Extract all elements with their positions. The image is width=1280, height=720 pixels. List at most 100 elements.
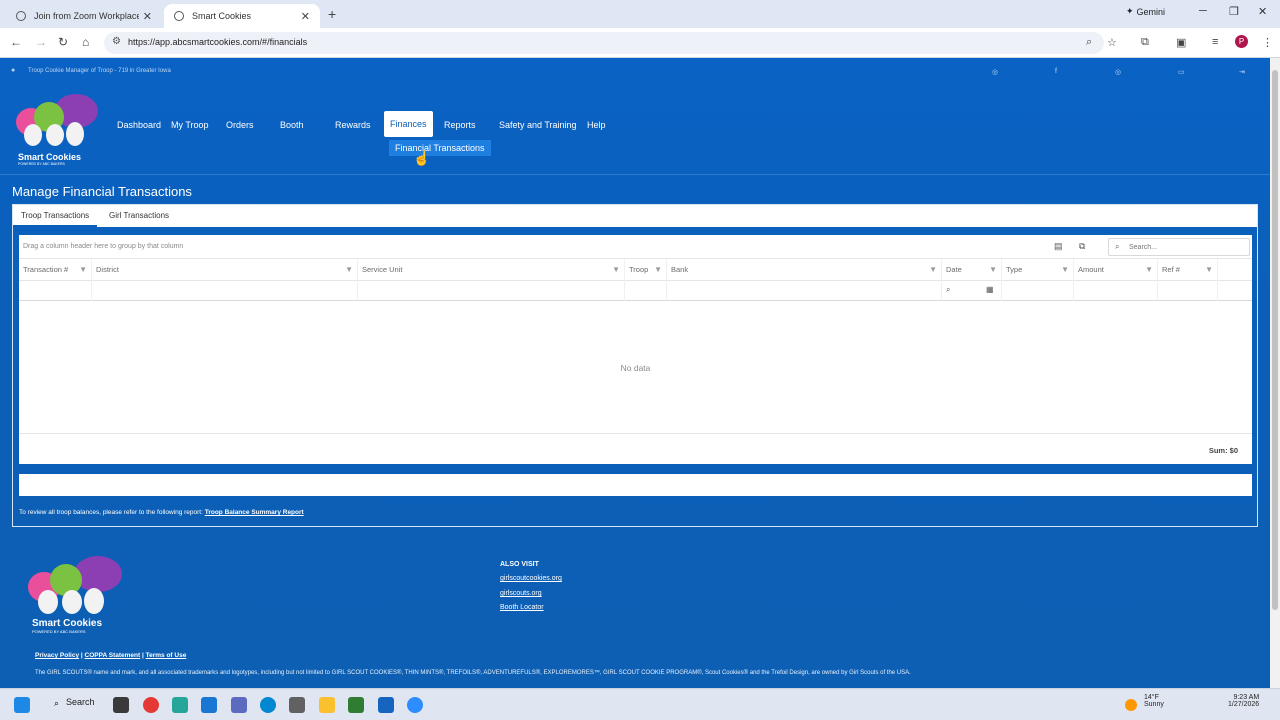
nav-orders[interactable]: Orders — [226, 114, 254, 136]
column-header-ref[interactable]: Ref # ▼ — [1158, 259, 1218, 281]
search-icon[interactable]: ⌕ — [54, 698, 59, 709]
nav-finances[interactable]: Finances — [384, 111, 433, 137]
filter-icon[interactable]: ▼ — [929, 259, 937, 281]
calendar-icon[interactable]: ▦ — [986, 285, 994, 294]
outlook-icon[interactable] — [378, 697, 394, 713]
windows-start-icon[interactable] — [14, 697, 30, 713]
filter-cell[interactable] — [358, 281, 625, 301]
tab-troop-transactions[interactable]: Troop Transactions — [13, 205, 98, 227]
browser-tab-smart-cookies[interactable]: Smart Cookies ✕ — [164, 4, 320, 28]
filter-icon[interactable]: ▼ — [79, 259, 87, 281]
filter-cell[interactable] — [1158, 281, 1218, 301]
restore-icon[interactable]: ❐ — [1229, 5, 1239, 18]
forward-icon[interactable]: → — [35, 35, 47, 49]
troop-balance-report-link[interactable]: Troop Balance Summary Report — [205, 509, 304, 516]
column-header-service-unit[interactable]: Service Unit ▼ — [358, 259, 625, 281]
filter-cell[interactable] — [92, 281, 358, 301]
grid-search[interactable]: ⌕ — [1108, 238, 1250, 256]
link-booth-locator[interactable]: Booth Locator — [500, 604, 544, 611]
filter-icon[interactable]: ▼ — [1061, 259, 1069, 281]
nav-help[interactable]: Help — [587, 114, 606, 136]
nav-rewards[interactable]: Rewards — [335, 114, 371, 136]
column-header-transaction[interactable]: Transaction # ▼ — [19, 259, 92, 281]
logout-icon[interactable]: ⇥ — [1239, 68, 1245, 76]
date-filter-cell[interactable]: ⌕ ▦ — [942, 281, 1002, 301]
gemini-button[interactable]: ✦ Gemini — [1126, 6, 1165, 17]
export-icon[interactable]: ▤ — [1054, 241, 1063, 252]
task-view-icon[interactable] — [113, 697, 129, 713]
menu-icon[interactable]: ⋮ — [1262, 36, 1273, 49]
filter-icon[interactable]: ▼ — [989, 259, 997, 281]
file-explorer-icon[interactable] — [319, 697, 335, 713]
app-icon[interactable] — [289, 697, 305, 713]
zoom-app-icon[interactable] — [407, 697, 423, 713]
taskbar-search[interactable]: Search — [66, 697, 95, 707]
back-icon[interactable]: ← — [10, 35, 22, 49]
page-scrollbar[interactable] — [1270, 58, 1280, 688]
nav-dashboard[interactable]: Dashboard — [117, 114, 161, 136]
sidebar-icon[interactable]: ▣ — [1176, 36, 1186, 49]
zoom-icon[interactable]: ⌕ — [1086, 36, 1092, 49]
profile-avatar[interactable]: P — [1235, 35, 1248, 48]
link-girlscouts[interactable]: girlscouts.org — [500, 590, 542, 597]
calculator-icon[interactable] — [201, 697, 217, 713]
edge-icon[interactable] — [260, 697, 276, 713]
filter-icon[interactable]: ▼ — [612, 259, 620, 281]
reload-icon[interactable]: ↻ — [58, 35, 68, 49]
close-window-icon[interactable]: ✕ — [1258, 5, 1267, 18]
coppa-link[interactable]: COPPA Statement — [85, 652, 141, 659]
filter-icon[interactable]: ▼ — [654, 259, 662, 281]
excel-icon[interactable] — [348, 697, 364, 713]
teams-icon[interactable] — [231, 697, 247, 713]
tab-girl-transactions[interactable]: Girl Transactions — [101, 205, 177, 227]
filter-icon[interactable]: ▼ — [345, 259, 353, 281]
url-text[interactable]: https://app.abcsmartcookies.com/#/financ… — [128, 37, 307, 47]
filter-cell[interactable] — [625, 281, 667, 301]
nav-my-troop[interactable]: My Troop — [171, 114, 209, 136]
extensions-icon[interactable]: ⧉ — [1141, 36, 1149, 49]
terms-link[interactable]: Terms of Use — [146, 652, 187, 659]
nav-safety-training[interactable]: Safety and Training — [499, 114, 577, 136]
site-info-icon[interactable]: ⚙ — [112, 36, 121, 47]
filter-cell[interactable] — [667, 281, 942, 301]
snipping-tool-icon[interactable] — [172, 697, 188, 713]
submenu-financial-transactions[interactable]: Financial Transactions — [389, 140, 491, 156]
close-icon[interactable]: ✕ — [301, 10, 310, 23]
filter-icon[interactable]: ▼ — [1205, 259, 1213, 281]
filter-cell[interactable] — [19, 281, 92, 301]
url-field[interactable]: ⚙ https://app.abcsmartcookies.com/#/fina… — [104, 32, 1104, 54]
social-icon[interactable]: ◎ — [1115, 68, 1121, 76]
bookmark-star-icon[interactable]: ☆ — [1107, 36, 1117, 49]
nav-booth[interactable]: Booth — [280, 114, 304, 136]
facebook-icon[interactable]: f — [1055, 68, 1057, 75]
smart-cookies-logo[interactable]: Smart Cookies POWERED BY ABC BAKERS — [10, 94, 110, 166]
column-header-amount[interactable]: Amount ▼ — [1074, 259, 1158, 281]
close-icon[interactable]: ✕ — [143, 10, 152, 23]
home-icon[interactable]: ⌂ — [82, 35, 89, 49]
social-icon[interactable]: ◎ — [992, 68, 998, 76]
filter-cell[interactable] — [1074, 281, 1158, 301]
filter-cell[interactable] — [1002, 281, 1074, 301]
nav-reports[interactable]: Reports — [444, 114, 476, 136]
chrome-icon[interactable] — [143, 697, 159, 713]
footer-logo[interactable]: Smart Cookies POWERED BY ABC BAKERS — [24, 556, 134, 634]
system-clock[interactable]: 9:23 AM 1/27/2026 — [1228, 694, 1259, 708]
privacy-policy-link[interactable]: Privacy Policy — [35, 652, 79, 659]
youtube-icon[interactable]: ▭ — [1178, 68, 1185, 76]
media-icon[interactable]: ≡ — [1212, 36, 1218, 48]
column-header-date[interactable]: Date ▼ — [942, 259, 1002, 281]
search-input[interactable] — [1129, 241, 1239, 254]
minimize-icon[interactable]: ─ — [1199, 5, 1207, 17]
filter-icon[interactable]: ▼ — [1145, 259, 1153, 281]
weather-widget[interactable]: 14°F Sunny — [1144, 694, 1164, 708]
scrollbar-thumb[interactable] — [1272, 70, 1278, 610]
link-girlscoutcookies[interactable]: girlscoutcookies.org — [500, 575, 562, 582]
plus-icon[interactable]: + — [328, 6, 336, 22]
column-header-district[interactable]: District ▼ — [92, 259, 358, 281]
column-header-bank[interactable]: Bank ▼ — [667, 259, 942, 281]
column-header-type[interactable]: Type ▼ — [1002, 259, 1074, 281]
column-header-troop[interactable]: Troop ▼ — [625, 259, 667, 281]
column-chooser-icon[interactable]: ⧉ — [1079, 241, 1085, 252]
group-panel[interactable]: Drag a column header here to group by th… — [19, 235, 1252, 259]
browser-tab-zoom[interactable]: Join from Zoom Workplace app ✕ — [6, 4, 162, 28]
